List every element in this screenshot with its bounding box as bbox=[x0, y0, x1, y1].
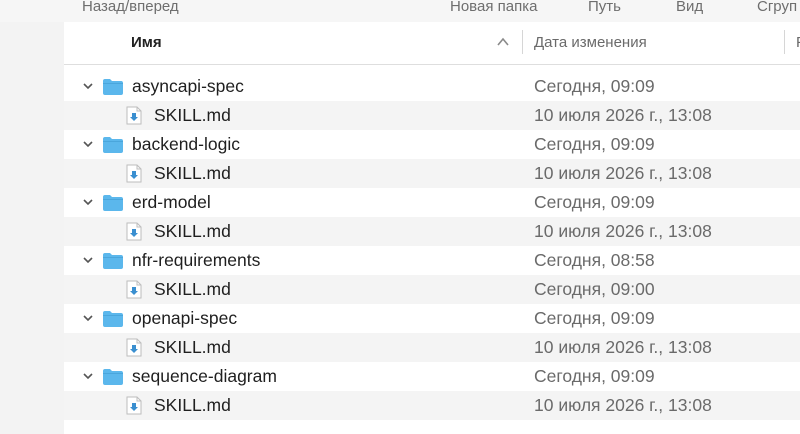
chevron-down-icon[interactable] bbox=[82, 255, 94, 265]
new-folder-button[interactable]: Новая папка bbox=[450, 0, 537, 15]
folder-row[interactable]: asyncapi-spec Сегодня, 09:09 bbox=[64, 72, 800, 101]
markdown-file-icon bbox=[126, 222, 142, 241]
folder-icon bbox=[103, 369, 123, 385]
column-header: Имя Дата изменения Р bbox=[64, 22, 800, 65]
chevron-down-icon[interactable] bbox=[82, 197, 94, 207]
chevron-down-icon[interactable] bbox=[82, 139, 94, 149]
modified-date: 10 июля 2026 г., 13:08 bbox=[534, 337, 712, 357]
folder-icon bbox=[103, 79, 123, 95]
folder-row[interactable]: openapi-spec Сегодня, 09:09 bbox=[64, 304, 800, 333]
file-name: SKILL.md bbox=[154, 337, 231, 357]
markdown-file-icon bbox=[126, 338, 142, 357]
column-divider[interactable] bbox=[522, 30, 523, 54]
folder-row[interactable]: nfr-requirements Сегодня, 08:58 bbox=[64, 246, 800, 275]
chevron-down-icon[interactable] bbox=[82, 81, 94, 91]
folder-name: backend-logic bbox=[132, 134, 240, 154]
column-name-header[interactable]: Имя bbox=[131, 34, 162, 51]
folder-name: nfr-requirements bbox=[132, 250, 261, 270]
file-name: SKILL.md bbox=[154, 105, 231, 125]
column-date-header[interactable]: Дата изменения bbox=[534, 34, 647, 51]
file-row[interactable]: SKILL.md Сегодня, 09:00 bbox=[64, 275, 800, 304]
file-row[interactable]: SKILL.md 10 июля 2026 г., 13:08 bbox=[64, 101, 800, 130]
modified-date: Сегодня, 08:58 bbox=[534, 250, 655, 270]
toolbar: Назад/вперед Новая папка Путь Вид Сгруп bbox=[0, 0, 800, 22]
file-name: SKILL.md bbox=[154, 279, 231, 299]
file-row[interactable]: SKILL.md 10 июля 2026 г., 13:08 bbox=[64, 391, 800, 420]
markdown-file-icon bbox=[126, 396, 142, 415]
folder-name: openapi-spec bbox=[132, 308, 238, 328]
modified-date: 10 июля 2026 г., 13:08 bbox=[534, 221, 712, 241]
modified-date: 10 июля 2026 г., 13:08 bbox=[534, 163, 712, 183]
sidebar-edge bbox=[0, 0, 64, 434]
markdown-file-icon bbox=[126, 106, 142, 125]
folder-icon bbox=[103, 311, 123, 327]
modified-date: 10 июля 2026 г., 13:08 bbox=[534, 105, 712, 125]
column-divider[interactable] bbox=[784, 30, 785, 54]
file-row[interactable]: SKILL.md 10 июля 2026 г., 13:08 bbox=[64, 333, 800, 362]
markdown-file-icon bbox=[126, 280, 142, 299]
file-name: SKILL.md bbox=[154, 163, 231, 183]
folder-icon bbox=[103, 195, 123, 211]
file-row[interactable]: SKILL.md 10 июля 2026 г., 13:08 bbox=[64, 159, 800, 188]
folder-row[interactable]: backend-logic Сегодня, 09:09 bbox=[64, 130, 800, 159]
chevron-down-icon[interactable] bbox=[82, 371, 94, 381]
group-button[interactable]: Сгруп bbox=[757, 0, 797, 15]
modified-date: Сегодня, 09:09 bbox=[534, 308, 655, 328]
modified-date: 10 июля 2026 г., 13:08 bbox=[534, 395, 712, 415]
folder-row[interactable]: erd-model Сегодня, 09:09 bbox=[64, 188, 800, 217]
markdown-file-icon bbox=[126, 164, 142, 183]
file-name: SKILL.md bbox=[154, 221, 231, 241]
view-button[interactable]: Вид bbox=[676, 0, 703, 15]
file-row[interactable]: SKILL.md 10 июля 2026 г., 13:08 bbox=[64, 217, 800, 246]
modified-date: Сегодня, 09:09 bbox=[534, 192, 655, 212]
chevron-down-icon[interactable] bbox=[82, 313, 94, 323]
folder-name: erd-model bbox=[132, 192, 211, 212]
folder-name: sequence-diagram bbox=[132, 366, 277, 386]
column-next-header[interactable]: Р bbox=[796, 34, 800, 51]
path-button[interactable]: Путь bbox=[588, 0, 621, 15]
modified-date: Сегодня, 09:09 bbox=[534, 134, 655, 154]
modified-date: Сегодня, 09:09 bbox=[534, 76, 655, 96]
folder-row[interactable]: sequence-diagram Сегодня, 09:09 bbox=[64, 362, 800, 391]
modified-date: Сегодня, 09:09 bbox=[534, 366, 655, 386]
file-list: asyncapi-spec Сегодня, 09:09 SKILL.md 10 ию… bbox=[64, 72, 800, 420]
sort-ascending-icon[interactable] bbox=[496, 37, 510, 47]
folder-icon bbox=[103, 253, 123, 269]
modified-date: Сегодня, 09:00 bbox=[534, 279, 655, 299]
file-name: SKILL.md bbox=[154, 395, 231, 415]
folder-name: asyncapi-spec bbox=[132, 76, 244, 96]
back-forward-button[interactable]: Назад/вперед bbox=[82, 0, 179, 15]
folder-icon bbox=[103, 137, 123, 153]
